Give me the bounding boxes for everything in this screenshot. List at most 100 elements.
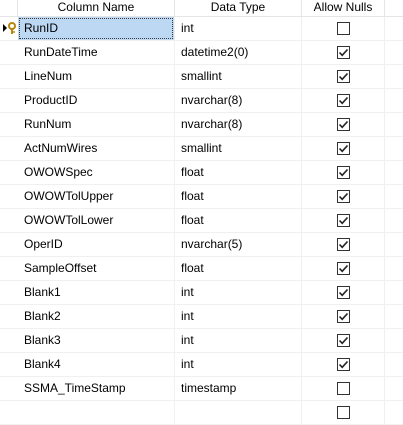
column-name-cell[interactable]: RunDateTime: [18, 41, 174, 64]
column-name-cell[interactable]: Blank1: [18, 281, 174, 304]
allow-nulls-cell: [302, 209, 384, 232]
checkmark-icon: [338, 359, 349, 370]
row-selector[interactable]: [0, 209, 18, 232]
checkmark-icon: [338, 191, 349, 202]
table-row[interactable]: Blank3 int: [0, 329, 403, 353]
column-name-cell[interactable]: OWOWTolLower: [18, 209, 174, 232]
row-selector[interactable]: [0, 65, 18, 88]
data-type-cell[interactable]: int: [175, 17, 301, 40]
table-row[interactable]: OperID nvarchar(5): [0, 233, 403, 257]
table-row[interactable]: ProductID nvarchar(8): [0, 89, 403, 113]
column-name-cell[interactable]: Blank2: [18, 305, 174, 328]
row-selector[interactable]: [0, 161, 18, 184]
allow-nulls-checkbox[interactable]: [337, 118, 350, 131]
data-type-cell[interactable]: datetime2(0): [175, 41, 301, 64]
data-type-cell[interactable]: int: [175, 353, 301, 376]
column-name-cell[interactable]: ProductID: [18, 89, 174, 112]
row-selector[interactable]: [0, 41, 18, 64]
column-name-cell[interactable]: SSMA_TimeStamp: [18, 377, 174, 400]
row-selector[interactable]: [0, 377, 18, 400]
grid-line: [384, 281, 385, 304]
data-type-cell[interactable]: nvarchar(8): [175, 89, 301, 112]
checkmark-icon: [338, 119, 349, 130]
allow-nulls-checkbox[interactable]: [337, 286, 350, 299]
allow-nulls-cell: [302, 233, 384, 256]
row-selector[interactable]: [0, 113, 18, 136]
table-row[interactable]: SSMA_TimeStamp timestamp: [0, 377, 403, 401]
column-name-cell[interactable]: SampleOffset: [18, 257, 174, 280]
row-selector[interactable]: [0, 305, 18, 328]
allow-nulls-cell: [302, 41, 384, 64]
column-name-cell[interactable]: Blank4: [18, 353, 174, 376]
column-name-cell[interactable]: RunID: [18, 17, 174, 40]
data-type-cell[interactable]: int: [175, 281, 301, 304]
allow-nulls-checkbox[interactable]: [337, 214, 350, 227]
row-selector[interactable]: [0, 281, 18, 304]
allow-nulls-checkbox[interactable]: [337, 334, 350, 347]
table-row[interactable]: [0, 401, 403, 425]
data-type-cell[interactable]: float: [175, 161, 301, 184]
column-name-header[interactable]: Column Name: [18, 0, 175, 16]
row-selector[interactable]: [0, 257, 18, 280]
column-name-cell[interactable]: OWOWSpec: [18, 161, 174, 184]
data-type-cell[interactable]: smallint: [175, 137, 301, 160]
row-selector[interactable]: [0, 329, 18, 352]
allow-nulls-checkbox[interactable]: [337, 238, 350, 251]
column-name-cell[interactable]: LineNum: [18, 65, 174, 88]
table-row[interactable]: RunNum nvarchar(8): [0, 113, 403, 137]
table-row[interactable]: Blank1 int: [0, 281, 403, 305]
data-type-cell[interactable]: float: [175, 185, 301, 208]
allow-nulls-checkbox[interactable]: [337, 94, 350, 107]
checkmark-icon: [338, 311, 349, 322]
data-type-cell[interactable]: nvarchar(8): [175, 113, 301, 136]
data-type-cell[interactable]: timestamp: [175, 377, 301, 400]
table-row[interactable]: OWOWTolLower float: [0, 209, 403, 233]
grid-rows: RunID int RunDateTime datetime2(0) LineNum sm…: [0, 17, 403, 425]
row-selector[interactable]: [0, 89, 18, 112]
table-row[interactable]: Blank4 int: [0, 353, 403, 377]
column-name-cell[interactable]: Blank3: [18, 329, 174, 352]
data-type-cell[interactable]: smallint: [175, 65, 301, 88]
allow-nulls-checkbox[interactable]: [337, 166, 350, 179]
allow-nulls-checkbox[interactable]: [337, 70, 350, 83]
column-name-cell[interactable]: RunNum: [18, 113, 174, 136]
data-type-cell[interactable]: float: [175, 257, 301, 280]
data-type-header[interactable]: Data Type: [175, 0, 302, 16]
table-row[interactable]: LineNum smallint: [0, 65, 403, 89]
data-type-cell[interactable]: int: [175, 329, 301, 352]
table-row[interactable]: RunDateTime datetime2(0): [0, 41, 403, 65]
data-type-cell[interactable]: nvarchar(5): [175, 233, 301, 256]
grid-line: [384, 185, 385, 208]
column-name-cell[interactable]: ActNumWires: [18, 137, 174, 160]
allow-nulls-cell: [302, 17, 384, 40]
data-type-cell[interactable]: int: [175, 305, 301, 328]
allow-nulls-checkbox[interactable]: [337, 142, 350, 155]
table-row[interactable]: RunID int: [0, 17, 403, 41]
allow-nulls-checkbox[interactable]: [337, 382, 350, 395]
column-name-cell[interactable]: OWOWTolUpper: [18, 185, 174, 208]
allow-nulls-cell: [302, 137, 384, 160]
allow-nulls-checkbox[interactable]: [337, 310, 350, 323]
allow-nulls-checkbox[interactable]: [337, 46, 350, 59]
allow-nulls-checkbox[interactable]: [337, 358, 350, 371]
table-row[interactable]: SampleOffset float: [0, 257, 403, 281]
row-selector[interactable]: [0, 137, 18, 160]
allow-nulls-cell: [302, 329, 384, 352]
allow-nulls-cell: [302, 113, 384, 136]
allow-nulls-header[interactable]: Allow Nulls: [302, 0, 385, 16]
row-selector[interactable]: [0, 353, 18, 376]
table-row[interactable]: OWOWSpec float: [0, 161, 403, 185]
allow-nulls-checkbox[interactable]: [337, 22, 350, 35]
allow-nulls-checkbox[interactable]: [337, 190, 350, 203]
allow-nulls-checkbox[interactable]: [337, 262, 350, 275]
table-row[interactable]: Blank2 int: [0, 305, 403, 329]
row-selector[interactable]: [0, 17, 18, 40]
table-row[interactable]: ActNumWires smallint: [0, 137, 403, 161]
row-selector[interactable]: [0, 233, 18, 256]
grid-line: [384, 137, 385, 160]
row-selector[interactable]: [0, 185, 18, 208]
data-type-cell[interactable]: float: [175, 209, 301, 232]
column-name-cell[interactable]: OperID: [18, 233, 174, 256]
table-row[interactable]: OWOWTolUpper float: [0, 185, 403, 209]
grid-line: [384, 113, 385, 136]
